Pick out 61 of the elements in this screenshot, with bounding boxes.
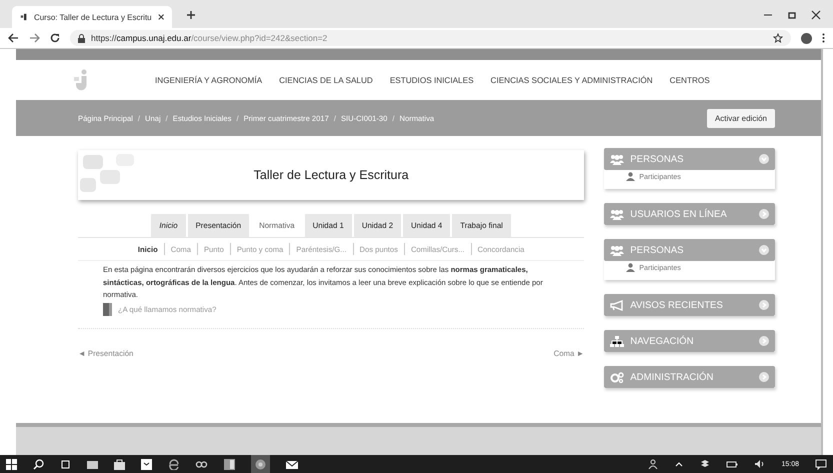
restore-icon[interactable] — [787, 10, 797, 20]
bag-icon[interactable] — [114, 458, 125, 470]
profile-icon[interactable] — [801, 32, 812, 44]
browser-tab[interactable]: Curso: Taller de Lectura y Escritu — [12, 6, 172, 28]
nav-link[interactable]: INGENIERÍA Y AGRONOMÍA — [155, 76, 262, 84]
block-title: NAVEGACIÓN — [630, 336, 695, 346]
lock-icon — [78, 34, 85, 42]
block-header[interactable]: PERSONAS — [604, 239, 775, 261]
gears-icon — [610, 372, 624, 382]
megaphone-icon — [610, 300, 624, 310]
notification-icon[interactable] — [815, 458, 827, 470]
block-header[interactable]: USUARIOS EN LÍNEA — [604, 203, 775, 225]
folder-icon[interactable] — [87, 458, 98, 470]
window-icon[interactable] — [224, 458, 235, 470]
people-icon — [610, 208, 624, 220]
star-icon[interactable] — [773, 33, 783, 43]
new-tab-icon[interactable] — [186, 10, 196, 20]
forward-icon[interactable] — [29, 33, 40, 43]
mail-icon[interactable] — [286, 458, 298, 470]
nav-link[interactable]: ESTUDIOS INICIALES — [390, 76, 474, 84]
block-header[interactable]: PERSONAS — [604, 148, 775, 170]
site-icon — [20, 12, 28, 22]
nav-link[interactable]: CENTROS — [670, 76, 710, 84]
block-header[interactable]: NAVEGACIÓN — [604, 330, 775, 352]
edge-icon[interactable] — [168, 458, 179, 470]
person-icon — [626, 172, 636, 181]
infinity-icon[interactable] — [195, 458, 208, 470]
volume-icon[interactable] — [754, 459, 766, 469]
reload-icon[interactable] — [50, 33, 60, 43]
block-title: PERSONAS — [630, 154, 685, 164]
browser-icon — [255, 458, 266, 470]
course-title: Taller de Lectura y Escritura — [254, 168, 409, 182]
search-icon[interactable] — [33, 458, 44, 470]
block-title: ADMINISTRACIÓN — [630, 372, 714, 382]
people-icon — [610, 244, 624, 256]
battery-icon[interactable] — [726, 459, 738, 469]
person-icon — [626, 263, 636, 272]
back-icon[interactable] — [8, 33, 19, 43]
nav-link[interactable]: CIENCIAS DE LA SALUD — [279, 76, 373, 84]
block-header[interactable]: ADMINISTRACIÓN — [604, 366, 775, 388]
people-icon — [610, 154, 624, 164]
task-view-icon[interactable] — [60, 458, 71, 470]
address-bar[interactable]: https://campus.unaj.edu.ar/course/view.php?id=242&section=2 — [70, 30, 791, 46]
close-icon[interactable] — [811, 10, 821, 20]
dropbox-icon[interactable] — [700, 459, 710, 469]
menu-icon[interactable] — [822, 33, 825, 43]
block-title: AVISOS RECIENTES — [630, 300, 724, 310]
url-text: https://campus.unaj.edu.ar/course/view.php?id=242&section=2 — [91, 33, 328, 43]
person-icon[interactable] — [648, 459, 658, 469]
box-icon[interactable] — [141, 458, 152, 470]
close-icon[interactable] — [158, 13, 164, 21]
block-header[interactable]: AVISOS RECIENTES — [604, 294, 775, 316]
edit-button[interactable]: Activar edición — [706, 108, 775, 128]
nav-link[interactable]: CIENCIAS SOCIALES Y ADMINISTRACIÓN — [490, 76, 653, 84]
browser-taskbar-button[interactable] — [251, 455, 270, 473]
windows-icon[interactable] — [6, 458, 17, 470]
tab-title: Curso: Taller de Lectura y Escritu — [34, 12, 152, 22]
sitemap-icon — [610, 336, 624, 346]
block-title: PERSONAS — [630, 244, 685, 256]
block-title: USUARIOS EN LÍNEA — [630, 208, 728, 220]
book-icon — [103, 302, 112, 316]
